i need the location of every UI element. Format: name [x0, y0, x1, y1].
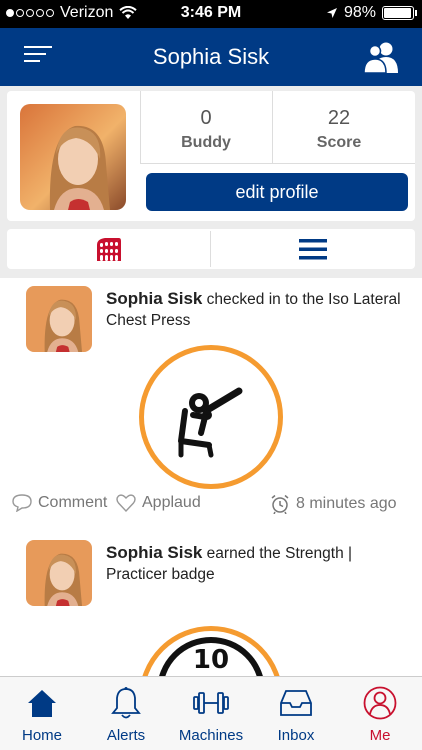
- page-title: Sophia Sisk: [152, 44, 270, 69]
- status-right: 98%: [326, 4, 417, 22]
- tab-home[interactable]: Home: [0, 683, 84, 744]
- score-count: 22: [327, 107, 351, 129]
- edit-profile-button[interactable]: edit profile: [146, 173, 408, 211]
- comment-button[interactable]: Comment: [12, 494, 107, 512]
- divider: [140, 163, 415, 164]
- tab-activity-list[interactable]: [211, 229, 415, 269]
- bottom-tab-bar: Home Alerts Machines Inbox Me: [0, 676, 422, 750]
- post-actions: Comment Applaud 8 minutes ago: [0, 494, 422, 518]
- battery-percent: 98%: [343, 4, 376, 21]
- profile-avatar[interactable]: [20, 104, 126, 210]
- home-icon: [28, 690, 56, 717]
- tab-me[interactable]: Me: [338, 683, 422, 744]
- post-timestamp: 8 minutes ago: [270, 494, 397, 514]
- checkin-badge[interactable]: [139, 345, 283, 489]
- tab-me-label: Me: [369, 727, 391, 744]
- colosseum-icon: [97, 238, 121, 261]
- activity-feed[interactable]: Sophia Sisk checked in to the Iso Latera…: [0, 278, 422, 676]
- applaud-label: Applaud: [142, 494, 201, 511]
- badge-number: 10: [192, 645, 230, 675]
- bell-icon: [111, 687, 141, 719]
- comment-icon: [12, 494, 32, 512]
- status-bar: Verizon 3:46 PM 98%: [0, 0, 422, 28]
- tab-machines[interactable]: Machines: [169, 683, 253, 744]
- users-icon[interactable]: [362, 40, 400, 74]
- alarm-clock-icon: [271, 494, 289, 514]
- tab-inbox-label: Inbox: [277, 727, 315, 744]
- strength-badge[interactable]: 10: [139, 626, 283, 676]
- location-arrow-icon: [326, 8, 337, 18]
- post-author[interactable]: Sophia Sisk: [106, 543, 202, 562]
- navigation-bar: Sophia Sisk: [0, 28, 422, 86]
- inbox-icon: [280, 690, 312, 716]
- hamburger-menu-icon[interactable]: [24, 46, 54, 68]
- buddy-label: Buddy: [181, 134, 231, 151]
- timestamp-text: 8 minutes ago: [296, 495, 397, 512]
- tab-alerts[interactable]: Alerts: [84, 683, 168, 744]
- strength-badge-icon: 10: [157, 637, 265, 676]
- battery-icon: [382, 6, 417, 20]
- profile-tabs: [7, 229, 415, 269]
- heart-icon: [116, 494, 136, 512]
- tab-achievements[interactable]: [7, 229, 211, 269]
- chest-press-machine-icon: [178, 387, 243, 458]
- post-text: Sophia Sisk earned the Strength | Practi…: [106, 542, 406, 585]
- buddy-stat[interactable]: 0 Buddy: [140, 107, 272, 152]
- person-icon: [363, 686, 397, 720]
- post-text: Sophia Sisk checked in to the Iso Latera…: [106, 288, 406, 331]
- tab-home-label: Home: [21, 727, 62, 744]
- applaud-button[interactable]: Applaud: [116, 494, 201, 512]
- battery-level: [384, 8, 412, 18]
- post-avatar[interactable]: [26, 540, 92, 606]
- score-label: Score: [316, 134, 362, 151]
- post-avatar[interactable]: [26, 286, 92, 352]
- tab-inbox[interactable]: Inbox: [254, 683, 338, 744]
- tab-alerts-label: Alerts: [106, 727, 146, 744]
- dumbbell-icon: [193, 692, 229, 714]
- score-stat[interactable]: 22 Score: [273, 107, 405, 152]
- comment-label: Comment: [38, 494, 108, 511]
- tab-machines-label: Machines: [178, 727, 244, 744]
- buddy-count: 0: [200, 107, 212, 129]
- profile-area: 0 Buddy 22 Score edit profile: [0, 86, 422, 278]
- list-icon: [299, 239, 327, 260]
- profile-card: 0 Buddy 22 Score edit profile: [7, 91, 415, 221]
- post-author[interactable]: Sophia Sisk: [106, 289, 202, 308]
